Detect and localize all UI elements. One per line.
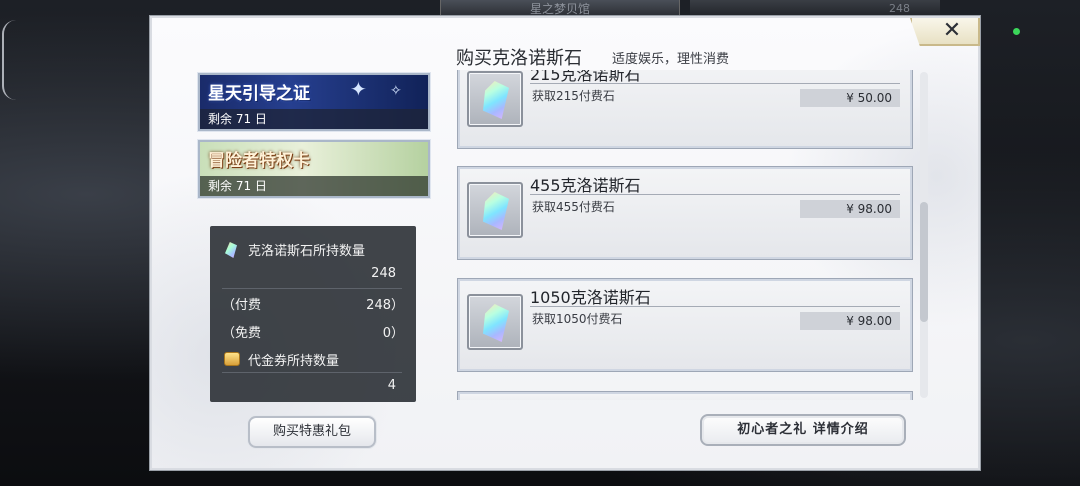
background-edge-decoration: [2, 20, 16, 100]
item-icon-frame: [467, 71, 523, 127]
banner-star-guidance[interactable]: ✦ ✧ 星天引导之证 剩余 71 日: [198, 73, 430, 131]
banner-title: 冒险者特权卡: [208, 151, 310, 171]
paid-label: （付费: [222, 298, 262, 313]
modal-subtitle: 适度娱乐，理性消费: [612, 52, 730, 67]
item-name: 455克洛诺斯石: [530, 176, 641, 195]
banner-remaining-days: 剩余 71 日: [200, 109, 428, 129]
background-top-tab: 星之梦贝馆: [440, 0, 680, 16]
divider: [222, 372, 402, 373]
free-row: （免费 0）: [210, 322, 416, 344]
item-description: 获取215付费石: [532, 89, 615, 103]
banner-title: 星天引导之证: [208, 84, 310, 104]
stone-holdings-label: 克洛诺斯石所持数量: [248, 244, 366, 259]
divider: [530, 83, 900, 84]
list-item-partial[interactable]: [458, 392, 912, 400]
buy-gift-pack-button[interactable]: 购买特惠礼包: [248, 416, 376, 448]
item-price: ¥ 50.00: [800, 89, 900, 107]
divider: [530, 306, 900, 307]
stone-holdings-row: 克洛诺斯石所持数量: [210, 240, 416, 262]
close-button[interactable]: ✕: [910, 18, 980, 46]
free-value: 0）: [382, 326, 404, 341]
sparkle-icon: ✦: [350, 77, 367, 101]
modal-title: 购买克洛诺斯石: [456, 48, 582, 69]
list-item[interactable]: 455克洛诺斯石 获取455付费石 ¥ 98.00: [458, 167, 912, 259]
item-icon-frame: [467, 294, 523, 350]
stone-total-value: 248: [371, 266, 396, 281]
free-label: （免费: [222, 326, 262, 341]
list-scrollbar[interactable]: [920, 72, 928, 398]
stone-total-row: 248: [210, 266, 416, 288]
scrollbar-thumb[interactable]: [920, 202, 928, 322]
purchase-modal: ✕ 购买克洛诺斯石 适度娱乐，理性消费 ✦ ✧ 星天引导之证 剩余 71 日 冒…: [150, 16, 980, 470]
item-price: ¥ 98.00: [800, 312, 900, 330]
coupon-label: 代金券所持数量: [248, 354, 340, 369]
divider: [222, 288, 402, 289]
coupon-icon: [224, 352, 240, 366]
item-description: 获取455付费石: [532, 200, 615, 214]
item-name: 1050克洛诺斯石: [530, 288, 651, 307]
beginner-gift-info-button[interactable]: 初心者之礼 详情介绍: [700, 414, 906, 446]
divider: [530, 194, 900, 195]
stone-shop-list: 215克洛诺斯石 获取215付费石 ¥ 50.00 455克洛诺斯石 获取455…: [456, 70, 914, 400]
status-indicator-dot: [1013, 28, 1020, 35]
chronos-stone-icon: [483, 192, 509, 230]
banner-remaining-days: 剩余 71 日: [200, 176, 428, 196]
chronos-stone-icon: [483, 304, 509, 342]
item-description: 获取1050付费石: [532, 312, 623, 326]
list-item[interactable]: 1050克洛诺斯石 获取1050付费石 ¥ 98.00: [458, 279, 912, 371]
background-top-counter: 248: [690, 0, 940, 16]
close-icon: ✕: [942, 18, 962, 43]
holdings-panel: 克洛诺斯石所持数量 248 （付费 248） （免费 0） 代金券所持数量 4: [210, 226, 416, 402]
item-price: ¥ 98.00: [800, 200, 900, 218]
coupon-value: 4: [387, 378, 396, 393]
item-icon-frame: [467, 182, 523, 238]
paid-value: 248）: [366, 298, 404, 313]
paid-row: （付费 248）: [210, 294, 416, 316]
chronos-stone-icon: [225, 242, 237, 258]
coupon-value-row: 4: [210, 378, 416, 400]
coupon-row: 代金券所持数量: [210, 350, 416, 372]
banner-adventurer-pass[interactable]: 冒险者特权卡 剩余 71 日: [198, 140, 430, 198]
chronos-stone-icon: [483, 81, 509, 119]
list-item[interactable]: 215克洛诺斯石 获取215付费石 ¥ 50.00: [458, 70, 912, 148]
sparkle-icon: ✧: [390, 83, 402, 99]
